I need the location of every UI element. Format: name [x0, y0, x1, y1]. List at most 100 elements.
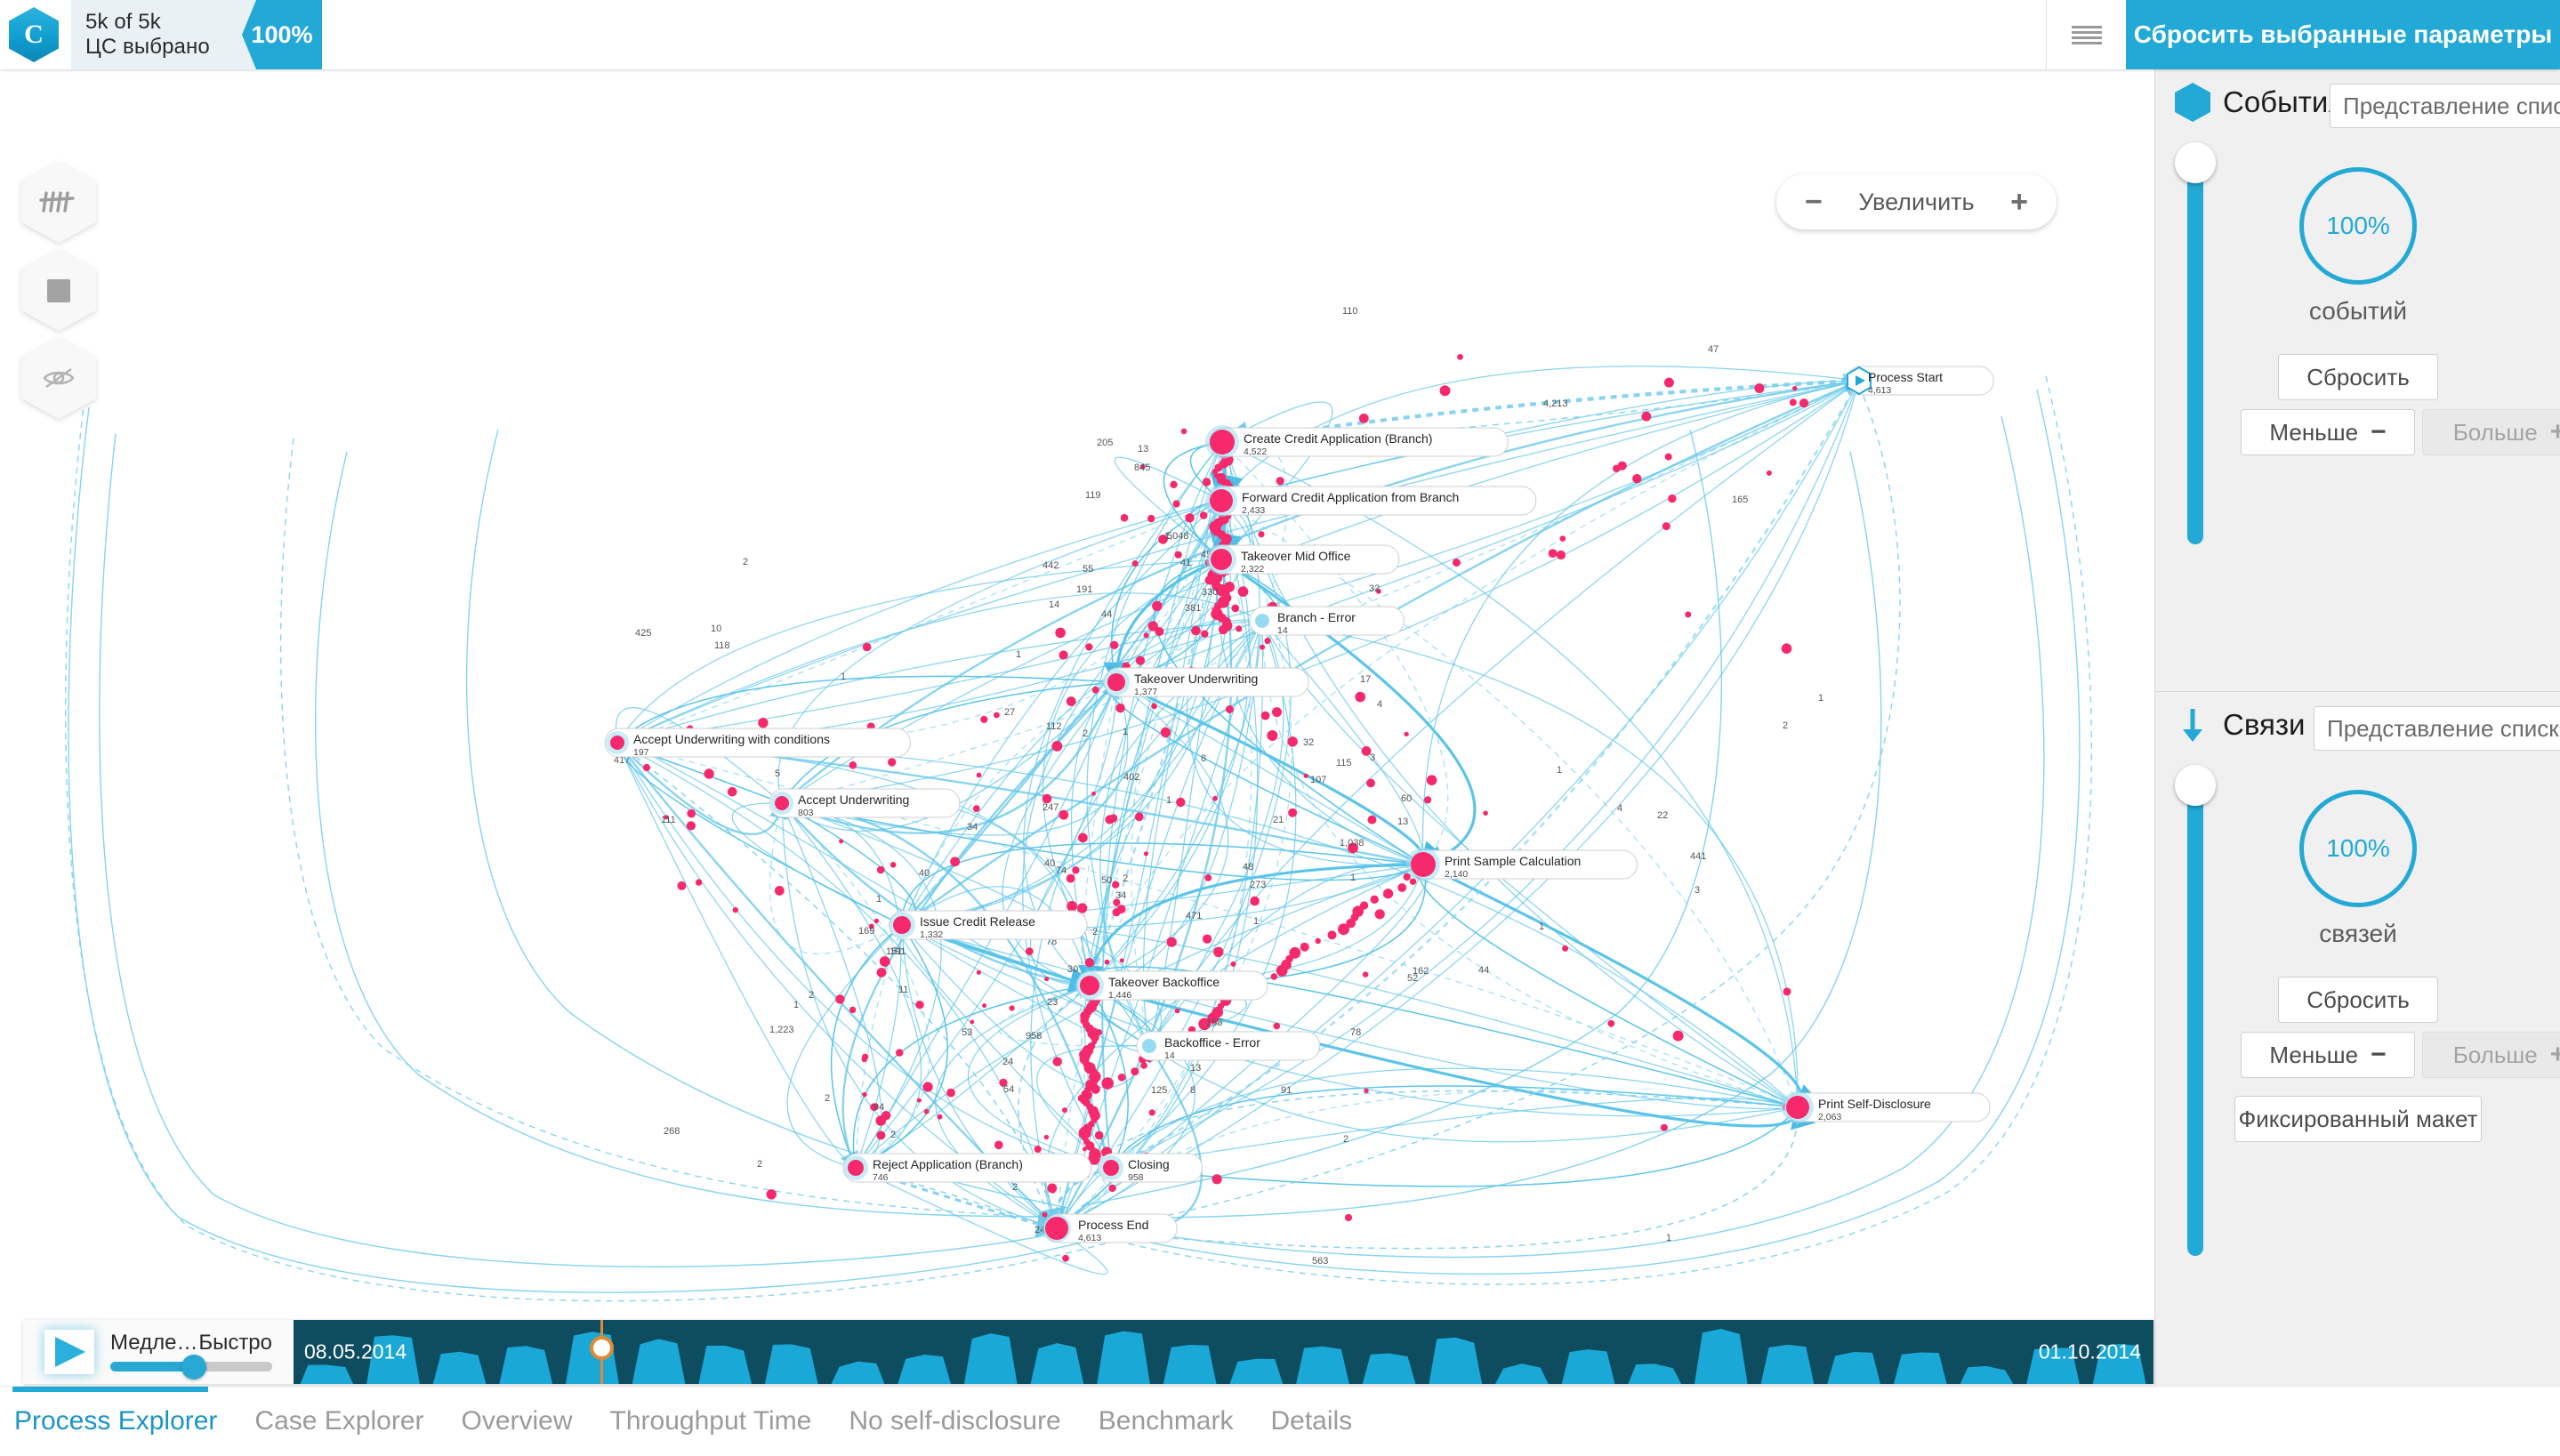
tab-benchmark[interactable]: Benchmark — [1099, 1406, 1234, 1436]
graph-node[interactable]: Create Credit Application (Branch)4,522 — [1205, 425, 1509, 459]
connections-list-view-button[interactable]: Представление списка — [2314, 706, 2560, 751]
edge-count-label: 44 — [1478, 965, 1489, 976]
play-icon — [55, 1337, 85, 1367]
events-list-view-button[interactable]: Представление списка — [2330, 84, 2560, 128]
fixed-layout-button[interactable]: Фиксированный макет — [2234, 1096, 2482, 1142]
graph-node[interactable]: Process Start4,613 — [1846, 366, 1994, 396]
edge-count-label: 4 — [1617, 803, 1622, 814]
speed-slider-knob[interactable] — [181, 1355, 207, 1380]
graph-node[interactable]: Accept Underwriting803 — [769, 788, 961, 818]
canvas-toolbar[interactable] — [21, 161, 96, 425]
tab-overview[interactable]: Overview — [462, 1406, 573, 1436]
graph-node[interactable]: Closing958 — [1098, 1153, 1204, 1183]
tab-process-explorer[interactable]: Process Explorer — [14, 1406, 217, 1436]
cases-selected-box[interactable]: 5k of 5k ЦС выбрано — [71, 0, 258, 69]
graph-node[interactable]: Print Self-Disclosure2,063 — [1782, 1091, 1991, 1123]
tab-no-self-disclosure[interactable]: No self-disclosure — [849, 1406, 1060, 1436]
node-label: Takeover Underwriting — [1134, 672, 1258, 686]
events-slider[interactable] — [2175, 142, 2216, 544]
events-more-button[interactable]: Больше + — [2422, 409, 2560, 455]
edge-count-label: 2 — [1123, 873, 1128, 884]
edge-count-label: 3 — [1695, 885, 1700, 896]
graph-node[interactable]: Takeover Underwriting1,377 — [1103, 667, 1309, 697]
events-less-button[interactable]: Меньше − — [2241, 409, 2415, 455]
edge-count-label: 13 — [1190, 1063, 1201, 1074]
edge-count-label: 74 — [1056, 865, 1067, 876]
graph-node[interactable]: Issue Credit Release1,332 — [889, 910, 1088, 940]
graph-node[interactable]: Print Sample Calculation2,140 — [1406, 848, 1638, 881]
edge-count-label: 3 — [1370, 752, 1375, 763]
edge-count-label: 13 — [1138, 444, 1148, 454]
graph-node[interactable]: Branch - Error14 — [1249, 606, 1405, 636]
timeline-start-date: 08.05.2014 — [304, 1339, 407, 1363]
connections-slider[interactable] — [2175, 765, 2216, 1256]
tab-row: Process Explorer Case Explorer Overview Thr… — [0, 1387, 2560, 1456]
edge-count-label: 11 — [898, 985, 908, 995]
tab-details[interactable]: Details — [1270, 1406, 1352, 1436]
events-less-label: Меньше — [2269, 418, 2359, 446]
tab-throughput-time[interactable]: Throughput Time — [610, 1406, 812, 1436]
timeline-bar[interactable]: Медле… Быстро 08.05.2014 01.10.2014 — [23, 1320, 2153, 1384]
process-graph-svg: 4,21351220517878108452111544132521071316… — [65, 306, 2093, 1302]
play-button[interactable] — [44, 1330, 94, 1374]
edge-count-label: 13 — [1397, 816, 1408, 827]
edge-count-label: 845 — [1134, 463, 1150, 473]
cases-label-line: ЦС выбрано — [85, 35, 210, 59]
edge-count-label: 1 — [793, 1000, 799, 1010]
connections-reset-button[interactable]: Сбросить — [2278, 977, 2438, 1023]
reset-selection-button[interactable]: Сбросить выбранные параметры — [2126, 0, 2560, 69]
zoom-control[interactable]: − Увеличить + — [1776, 174, 2057, 229]
zoom-in-button[interactable]: + — [2010, 187, 2028, 217]
app-logo[interactable]: C — [9, 7, 59, 62]
node-label: Process Start — [1868, 370, 1943, 384]
edge-count-label: 47 — [1708, 344, 1719, 355]
timeline-playhead[interactable] — [590, 1320, 614, 1384]
node-count: 958 — [1128, 1172, 1144, 1183]
node-label: Closing — [1128, 1157, 1170, 1171]
edge-count-label: 2 — [743, 557, 748, 567]
edge-count-label: 119 — [1085, 490, 1101, 501]
playhead-handle[interactable] — [590, 1336, 614, 1360]
tab-case-explorer[interactable]: Case Explorer — [254, 1406, 423, 1436]
playback-controls[interactable]: Медле… Быстро — [23, 1320, 294, 1384]
edge-count-label: 330 — [1202, 587, 1218, 598]
connections-slider-knob[interactable] — [2175, 765, 2216, 806]
active-tab-underline — [12, 1387, 208, 1392]
connections-less-button[interactable]: Меньше − — [2241, 1032, 2415, 1078]
edge-count-label: 30 — [1067, 964, 1078, 975]
stop-tool-button[interactable] — [21, 249, 96, 331]
speed-slider[interactable]: Медле… Быстро — [110, 1331, 272, 1380]
graph-node[interactable]: Accept Underwriting with conditions197 — [604, 728, 911, 758]
minus-icon: − — [2371, 1040, 2387, 1069]
edge-count-label: 2 — [1783, 720, 1788, 731]
node-count: 4,522 — [1244, 446, 1267, 457]
graph-node[interactable]: Backoffice - Error14 — [1136, 1031, 1321, 1061]
edge-count-label: 273 — [1250, 880, 1266, 890]
hide-tool-button[interactable] — [21, 337, 96, 419]
graph-node[interactable]: Forward Credit Application from Branch2,… — [1205, 485, 1537, 517]
speed-slow-label: Медле… — [110, 1331, 198, 1355]
edge-count-label: 40 — [919, 868, 930, 879]
edge-count-label: 115 — [1336, 758, 1352, 768]
events-reset-button[interactable]: Сбросить — [2278, 354, 2438, 400]
graph-node[interactable]: Takeover Mid Office2,322 — [1206, 544, 1400, 575]
zoom-out-button[interactable]: − — [1805, 187, 1823, 217]
frequency-tool-button[interactable] — [21, 161, 96, 243]
edge-count-label: 563 — [1312, 1256, 1328, 1267]
events-slider-knob[interactable] — [2175, 142, 2216, 183]
node-label: Takeover Backoffice — [1108, 975, 1220, 989]
process-graph-canvas[interactable]: 4,21351220517878108452111544132521071316… — [0, 69, 2154, 1386]
plus-icon: + — [2549, 417, 2560, 446]
timeline-histogram[interactable]: 08.05.2014 01.10.2014 — [294, 1320, 2153, 1384]
graph-node[interactable]: Process End4,613 — [1043, 1213, 1178, 1243]
edge-count-label: 40 — [1044, 858, 1055, 869]
hamburger-icon[interactable] — [2046, 0, 2127, 69]
node-label: Takeover Mid Office — [1241, 549, 1351, 563]
speed-slider-track[interactable] — [110, 1355, 272, 1380]
edge-count-label: 191 — [1076, 584, 1092, 595]
graph-node[interactable]: Takeover Backoffice1,446 — [1075, 970, 1268, 1001]
bottom-tab-bar[interactable]: Process Explorer Case Explorer Overview Thr… — [0, 1386, 2560, 1456]
connections-more-button[interactable]: Больше + — [2422, 1032, 2560, 1078]
edge-count-label: 78 — [1350, 1027, 1361, 1038]
graph-node[interactable]: Reject Application (Branch)746 — [842, 1153, 1092, 1183]
